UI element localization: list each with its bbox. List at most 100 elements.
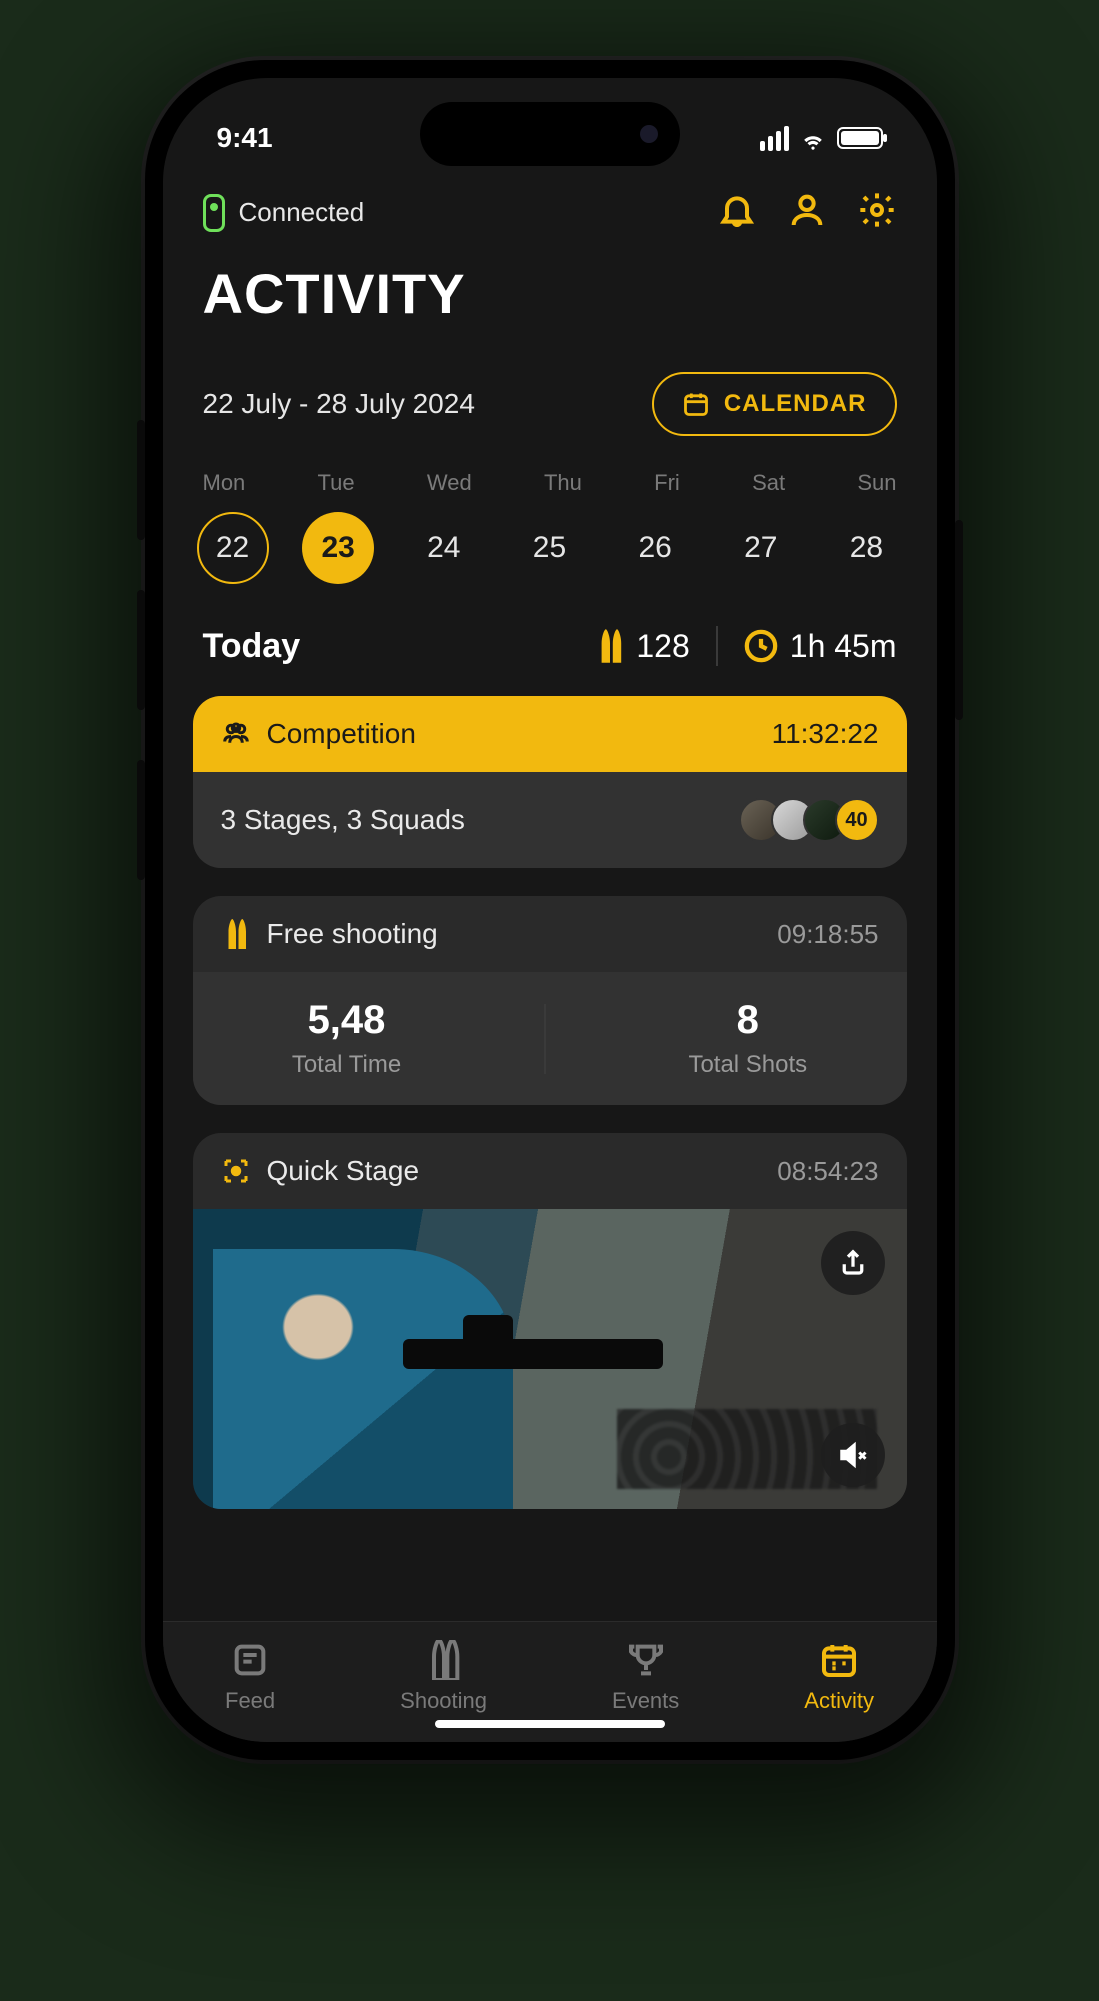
free-shooting-body: 5,48 Total Time 8 Total Shots: [193, 972, 907, 1105]
wifi-icon: [799, 127, 827, 149]
today-shots-value: 128: [636, 628, 689, 665]
participants-extra-count: 40: [835, 798, 879, 842]
free-shooting-time: 09:18:55: [777, 919, 878, 950]
camera-dot: [640, 125, 658, 143]
divider: [716, 626, 718, 666]
activity-list: Competition 11:32:22 3 Stages, 3 Squads …: [163, 686, 937, 1621]
calendar-button[interactable]: CALENDAR: [652, 372, 897, 436]
total-time-label: Total Time: [292, 1051, 401, 1079]
total-shots-label: Total Shots: [688, 1051, 807, 1079]
participant-avatars[interactable]: 40: [739, 798, 879, 842]
weekday-sat: Sat: [752, 470, 785, 496]
total-time-stat: 5,48 Total Time: [292, 998, 401, 1079]
bullets-icon: [221, 919, 251, 949]
target-icon: [221, 1156, 251, 1186]
calendar-button-label: CALENDAR: [724, 390, 867, 418]
dynamic-island: [420, 102, 680, 166]
group-icon: [221, 719, 251, 749]
day-26[interactable]: 26: [619, 512, 691, 584]
quick-stage-time: 08:54:23: [777, 1156, 878, 1187]
page-title: ACTIVITY: [163, 235, 937, 336]
connection-status[interactable]: Connected: [203, 194, 365, 232]
trophy-icon: [626, 1640, 666, 1680]
weekday-mon: Mon: [203, 470, 246, 496]
top-actions: [717, 190, 897, 235]
day-28[interactable]: 28: [830, 512, 902, 584]
screen: 9:41 Connected: [163, 78, 937, 1742]
battery-icon: [837, 127, 883, 149]
weekday-wed: Wed: [427, 470, 472, 496]
day-27[interactable]: 27: [725, 512, 797, 584]
share-button[interactable]: [821, 1231, 885, 1295]
feed-icon: [230, 1640, 270, 1680]
weekday-thu: Thu: [544, 470, 582, 496]
profile-button[interactable]: [787, 190, 827, 235]
competition-title: Competition: [267, 718, 416, 750]
date-range: 22 July - 28 July 2024: [203, 388, 475, 420]
quick-stage-video[interactable]: [193, 1209, 907, 1509]
competition-card[interactable]: Competition 11:32:22 3 Stages, 3 Squads …: [193, 696, 907, 868]
tab-events-label: Events: [612, 1688, 679, 1714]
bell-icon: [717, 190, 757, 230]
status-time: 9:41: [217, 122, 273, 154]
day-22[interactable]: 22: [197, 512, 269, 584]
tab-activity-label: Activity: [804, 1688, 874, 1714]
free-shooting-title: Free shooting: [267, 918, 438, 950]
home-indicator[interactable]: [435, 1720, 665, 1728]
weekday-fri: Fri: [654, 470, 680, 496]
quick-stage-title: Quick Stage: [267, 1155, 420, 1187]
tab-shooting[interactable]: Shooting: [400, 1640, 487, 1714]
video-rifle: [403, 1339, 663, 1369]
device-icon: [203, 194, 225, 232]
weekday-tue: Tue: [318, 470, 355, 496]
notifications-button[interactable]: [717, 190, 757, 235]
divider: [544, 1004, 546, 1074]
top-bar: Connected: [163, 168, 937, 235]
date-range-row: 22 July - 28 July 2024 CALENDAR: [163, 336, 937, 436]
person-icon: [787, 190, 827, 230]
today-summary: Today 128 1h 45m: [163, 584, 937, 686]
day-picker: 22 23 24 25 26 27 28: [163, 506, 937, 584]
status-indicators: [760, 126, 883, 151]
quick-stage-header: Quick Stage 08:54:23: [193, 1133, 907, 1209]
tab-feed-label: Feed: [225, 1688, 275, 1714]
phone-frame: 9:41 Connected: [145, 60, 955, 1760]
weekday-labels: Mon Tue Wed Thu Fri Sat Sun: [163, 436, 937, 506]
competition-header: Competition 11:32:22: [193, 696, 907, 772]
tab-activity[interactable]: Activity: [804, 1640, 874, 1714]
day-25[interactable]: 25: [513, 512, 585, 584]
quick-stage-card[interactable]: Quick Stage 08:54:23: [193, 1133, 907, 1509]
connection-label: Connected: [239, 197, 365, 228]
calendar-icon: [819, 1640, 859, 1680]
competition-time: 11:32:22: [772, 718, 879, 750]
today-shots: 128: [596, 628, 689, 665]
share-icon: [838, 1248, 868, 1278]
mute-icon: [838, 1440, 868, 1470]
total-time-value: 5,48: [292, 998, 401, 1043]
clock-icon: [744, 629, 778, 663]
mute-button[interactable]: [821, 1423, 885, 1487]
calendar-icon: [682, 390, 710, 418]
bullets-icon: [424, 1640, 464, 1680]
today-time-value: 1h 45m: [790, 628, 897, 665]
weekday-sun: Sun: [857, 470, 896, 496]
tab-shooting-label: Shooting: [400, 1688, 487, 1714]
video-shooter: [213, 1249, 513, 1509]
cellular-icon: [760, 126, 789, 151]
tab-feed[interactable]: Feed: [225, 1640, 275, 1714]
today-time: 1h 45m: [744, 628, 897, 665]
total-shots-stat: 8 Total Shots: [688, 998, 807, 1079]
gear-icon: [857, 190, 897, 230]
tab-events[interactable]: Events: [612, 1640, 679, 1714]
total-shots-value: 8: [688, 998, 807, 1043]
free-shooting-header: Free shooting 09:18:55: [193, 896, 907, 972]
day-23-selected[interactable]: 23: [302, 512, 374, 584]
settings-button[interactable]: [857, 190, 897, 235]
competition-body: 3 Stages, 3 Squads 40: [193, 772, 907, 868]
free-shooting-card[interactable]: Free shooting 09:18:55 5,48 Total Time 8…: [193, 896, 907, 1105]
bullets-icon: [596, 629, 624, 663]
today-stats: 128 1h 45m: [596, 626, 896, 666]
day-24[interactable]: 24: [408, 512, 480, 584]
today-label: Today: [203, 627, 301, 666]
competition-detail: 3 Stages, 3 Squads: [221, 804, 465, 836]
